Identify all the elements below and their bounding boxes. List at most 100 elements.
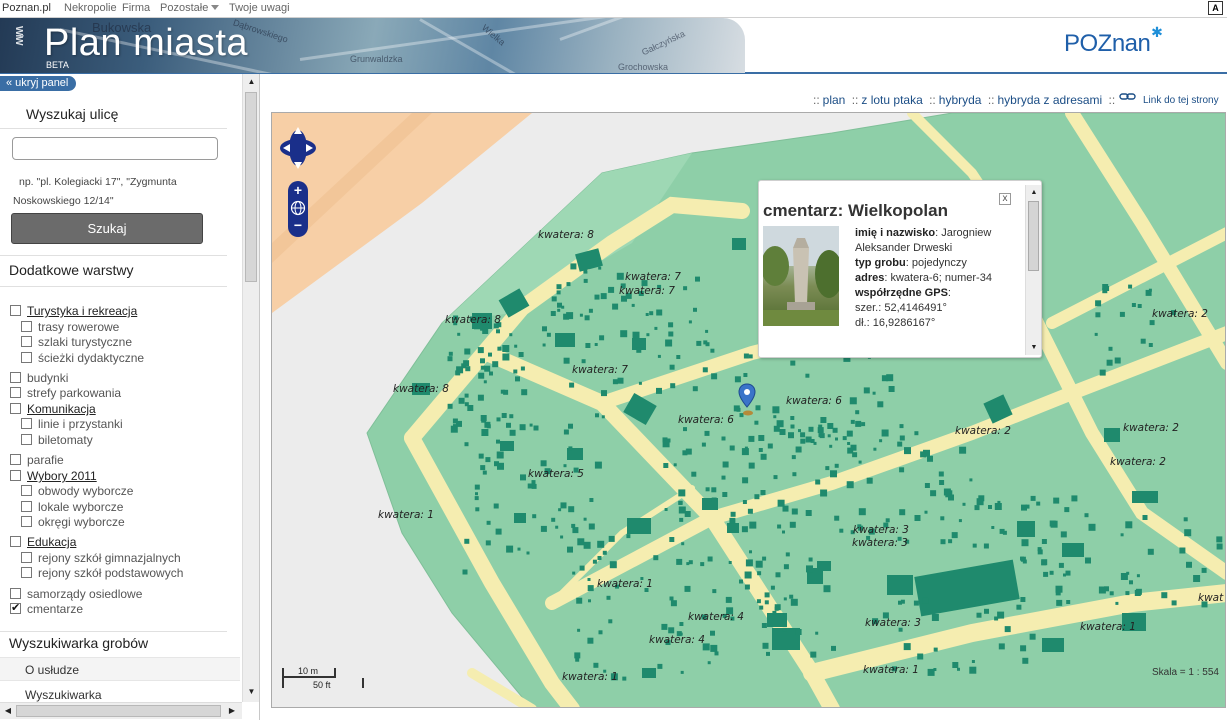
layer-checkbox[interactable]: [21, 501, 32, 512]
street-search-input[interactable]: [12, 137, 218, 160]
grave-marker: [563, 429, 569, 435]
grave-marker: [983, 543, 989, 549]
grave-marker: [714, 651, 719, 656]
grave-marker: [646, 333, 650, 337]
grave-marker: [663, 463, 669, 468]
grave-marker: [760, 490, 766, 495]
divider: [0, 286, 227, 287]
layer-checkbox[interactable]: [10, 454, 21, 465]
grave-marker: [521, 389, 528, 396]
grave-marker: [783, 564, 789, 570]
globe-icon[interactable]: [290, 200, 306, 216]
grave-marker: [467, 405, 474, 411]
grave-marker: [1055, 590, 1061, 596]
nav-item-pozostale[interactable]: Pozostałe: [160, 2, 220, 14]
layer-checkbox[interactable]: [21, 485, 32, 496]
sidebar-horizontal-scrollbar[interactable]: ◀ ▶: [0, 702, 242, 719]
layer-checkbox[interactable]: [21, 434, 32, 445]
grave-marker: [463, 360, 470, 367]
graves-about-link[interactable]: O usłudze: [0, 657, 240, 681]
layer-checkbox[interactable]: [10, 470, 21, 481]
scroll-down-icon[interactable]: ▼: [1026, 340, 1041, 355]
layer-checkbox[interactable]: [21, 336, 32, 347]
grave-marker: [558, 508, 562, 512]
tab-plan[interactable]: plan: [823, 93, 846, 107]
layer-checkbox[interactable]: [21, 516, 32, 527]
close-icon[interactable]: x: [999, 193, 1011, 205]
grave-marker: [790, 416, 795, 420]
grave-marker: [998, 643, 1005, 650]
layer-checkbox[interactable]: [10, 601, 21, 614]
scale-bar: 10 m 50 ft: [282, 666, 364, 696]
grave-marker: [1137, 304, 1142, 308]
nav-item-pozostale-label: Pozostałe: [160, 2, 209, 14]
scrollbar-thumb[interactable]: [1028, 201, 1039, 271]
grave-marker: [772, 406, 780, 414]
layer-checkbox[interactable]: [10, 403, 21, 414]
layer-checkbox[interactable]: [21, 552, 32, 563]
layer-checkbox[interactable]: [21, 418, 32, 429]
nav-item-nekropolie[interactable]: Nekropolie: [64, 2, 117, 14]
scroll-up-icon[interactable]: ▲: [243, 74, 259, 90]
layer-checkbox[interactable]: [10, 305, 21, 316]
grave-marker: [808, 557, 813, 562]
scroll-right-icon[interactable]: ▶: [224, 703, 240, 719]
grave-marker: [758, 435, 765, 441]
scrollbar-thumb[interactable]: [16, 705, 221, 717]
grave-marker: [506, 422, 511, 428]
grave-marker: [533, 425, 539, 431]
scroll-left-icon[interactable]: ◀: [0, 703, 16, 719]
grave-marker: [513, 369, 518, 374]
layer-label: Komunikacja: [27, 402, 96, 416]
layer-checkbox[interactable]: [21, 567, 32, 578]
scrollbar-thumb[interactable]: [245, 92, 257, 282]
layer-checkbox[interactable]: [21, 321, 32, 332]
grave-marker: [602, 550, 607, 555]
font-size-toggle[interactable]: A: [1208, 1, 1223, 15]
grave-marker: [744, 584, 750, 590]
zoom-out-button[interactable]: −: [290, 218, 306, 234]
poznan-logo[interactable]: POZnan ✱: [1064, 24, 1163, 58]
grave-marker: [729, 517, 736, 524]
pan-control[interactable]: [280, 121, 316, 175]
layer-checkbox[interactable]: [10, 387, 21, 398]
quarter-label: kwatera: 7: [619, 285, 675, 297]
grave-marker: [1017, 523, 1021, 527]
brand-link[interactable]: Poznan.pl: [2, 2, 51, 14]
layer-checkbox[interactable]: [21, 352, 32, 363]
popup-field-label: imię i nazwisko: [855, 227, 936, 239]
grave-marker: [899, 509, 906, 516]
grave-marker: [930, 490, 937, 497]
grave-marker: [502, 353, 510, 361]
search-button[interactable]: Szukaj: [11, 213, 203, 244]
grave-photo[interactable]: [763, 226, 839, 326]
popup-field: typ grobu: pojedynczy: [855, 256, 1025, 271]
zoom-in-button[interactable]: +: [290, 183, 306, 199]
tab-hybryda[interactable]: hybryda: [939, 93, 982, 107]
popup-field-label: adres: [855, 272, 885, 284]
tab-hybryda-z-adresami[interactable]: hybryda z adresami: [997, 93, 1102, 107]
grave-marker: [688, 560, 693, 565]
location-pin-icon[interactable]: [738, 383, 756, 417]
tab-z-lotu-ptaka[interactable]: z lotu ptaka: [861, 93, 922, 107]
grave-marker: [668, 627, 675, 634]
layer-checkbox[interactable]: [10, 588, 21, 599]
grave-marker: [497, 346, 502, 351]
grave-marker: [788, 432, 794, 439]
hide-panel-button[interactable]: « ukryj panel: [0, 76, 77, 91]
popup-scrollbar[interactable]: ▲ ▼: [1025, 185, 1041, 355]
grave-marker: [477, 394, 484, 401]
nav-item-firma[interactable]: Firma: [122, 2, 150, 14]
nav-item-twoje-uwagi[interactable]: Twoje uwagi: [229, 2, 290, 14]
scroll-down-icon[interactable]: ▼: [243, 684, 259, 700]
grave-marker: [1084, 513, 1089, 518]
permalink[interactable]: Link do tej strony: [1119, 91, 1219, 106]
sidebar-vertical-scrollbar[interactable]: ▲ ▼: [242, 74, 259, 702]
grave-marker: [484, 365, 491, 372]
grave-marker: [705, 329, 709, 333]
layer-checkbox[interactable]: [10, 536, 21, 547]
grave-marker: [772, 610, 777, 615]
map-view[interactable]: kwatera: 8 kwatera: 7 kwatera: 7 kwatera: 8…: [271, 112, 1226, 708]
layer-checkbox[interactable]: [10, 372, 21, 383]
scroll-up-icon[interactable]: ▲: [1026, 185, 1041, 200]
